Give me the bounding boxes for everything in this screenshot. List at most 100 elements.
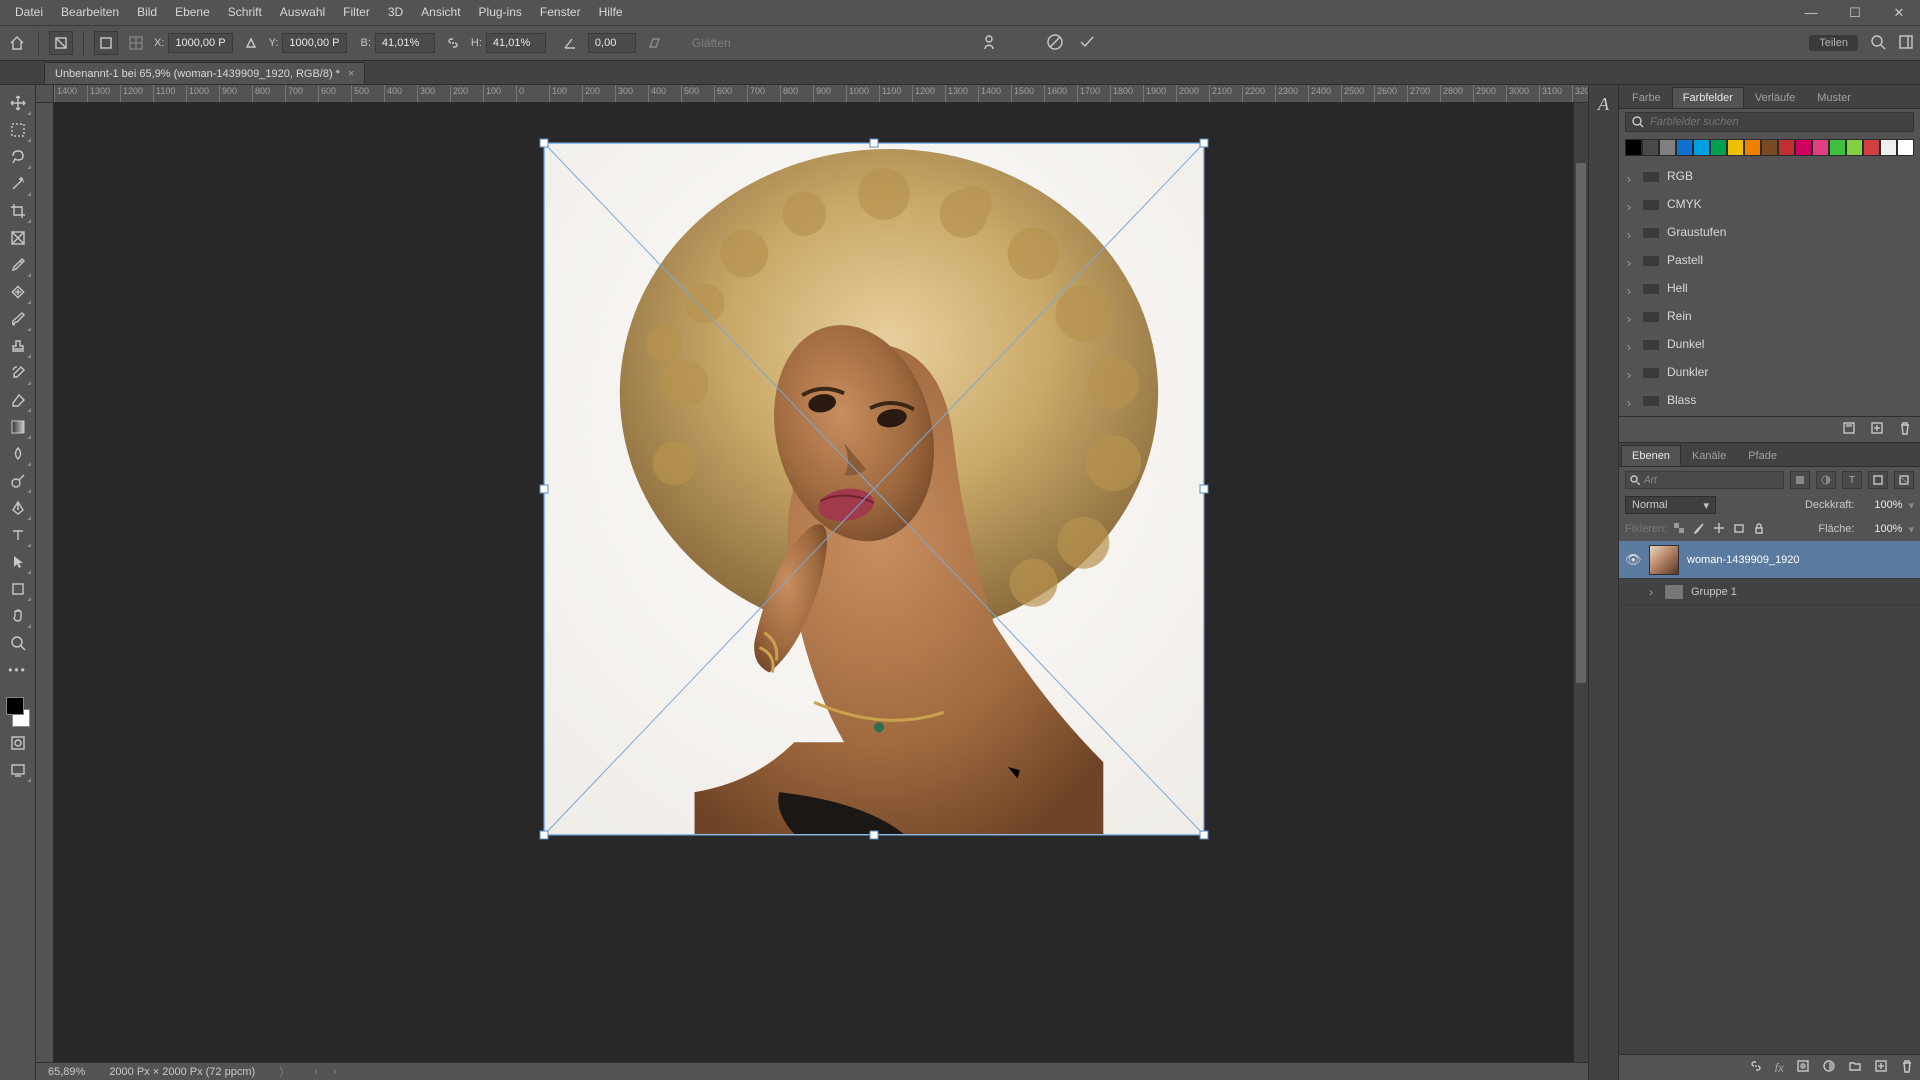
swatch-group[interactable]: ›CMYK — [1619, 190, 1920, 218]
stamp-tool[interactable] — [4, 332, 32, 359]
new-layer-icon[interactable] — [1874, 1059, 1888, 1076]
menu-bearbeiten[interactable]: Bearbeiten — [52, 0, 128, 25]
chevron-right-icon[interactable]: › — [1627, 228, 1635, 236]
menu-fenster[interactable]: Fenster — [531, 0, 590, 25]
document-tab[interactable]: Unbenannt-1 bei 65,9% (woman-1439909_192… — [44, 62, 365, 84]
delete-layer-icon[interactable] — [1900, 1059, 1914, 1076]
swatch-color[interactable] — [1778, 139, 1795, 156]
swatch-group[interactable]: ›Dunkler — [1619, 358, 1920, 386]
reference-grid-icon[interactable] — [124, 31, 148, 55]
swatch-group[interactable]: ›Blass — [1619, 386, 1920, 414]
gradient-tool[interactable] — [4, 413, 32, 440]
tab-muster[interactable]: Muster — [1806, 87, 1862, 108]
swatch-color[interactable] — [1676, 139, 1693, 156]
filter-type-icon[interactable]: T — [1842, 471, 1862, 489]
frame-tool[interactable] — [4, 224, 32, 251]
swatch-color[interactable] — [1659, 139, 1676, 156]
layer-name[interactable]: Gruppe 1 — [1691, 586, 1737, 598]
menu-ansicht[interactable]: Ansicht — [412, 0, 469, 25]
menu-bild[interactable]: Bild — [128, 0, 166, 25]
link-layers-icon[interactable] — [1749, 1059, 1763, 1076]
delta-icon[interactable] — [239, 31, 263, 55]
quickmask-icon[interactable] — [4, 729, 32, 756]
blur-tool[interactable] — [4, 440, 32, 467]
ruler-origin[interactable] — [36, 85, 54, 103]
fg-bg-colors[interactable] — [4, 695, 32, 729]
tab-verlaufe[interactable]: Verläufe — [1744, 87, 1806, 108]
swatch-color[interactable] — [1693, 139, 1710, 156]
chevron-right-icon[interactable]: › — [1627, 256, 1635, 264]
tab-farbe[interactable]: Farbe — [1621, 87, 1672, 108]
angle-value-input[interactable]: 0,00 — [588, 33, 636, 53]
screenmode-icon[interactable] — [4, 756, 32, 783]
status-zoom[interactable]: 65,89% — [48, 1066, 85, 1078]
filter-pixel-icon[interactable] — [1790, 471, 1810, 489]
tab-farbfelder[interactable]: Farbfelder — [1672, 87, 1744, 108]
status-nav-arrows[interactable]: ‹ › — [314, 1066, 342, 1078]
workspace-icon[interactable] — [1898, 34, 1914, 53]
swatch-group[interactable]: ›RGB — [1619, 162, 1920, 190]
swatch-color[interactable] — [1880, 139, 1897, 156]
chevron-right-icon[interactable]: › — [1627, 340, 1635, 348]
cancel-transform-icon[interactable] — [1046, 33, 1064, 54]
lock-all-icon[interactable] — [1753, 522, 1765, 537]
vertical-scrollbar[interactable] — [1574, 103, 1588, 1062]
hand-tool[interactable] — [4, 602, 32, 629]
window-close-icon[interactable]: ✕ — [1892, 6, 1906, 20]
swatch-color[interactable] — [1812, 139, 1829, 156]
layer-filter-kind[interactable]: Art — [1625, 471, 1784, 489]
opacity-value[interactable]: 100% — [1860, 499, 1902, 511]
path-select-tool[interactable] — [4, 548, 32, 575]
layer-fx-icon[interactable]: fx — [1775, 1061, 1784, 1075]
marquee-tool[interactable] — [4, 116, 32, 143]
pen-tool[interactable] — [4, 494, 32, 521]
menu-filter[interactable]: Filter — [334, 0, 379, 25]
skew-icon[interactable] — [642, 31, 666, 55]
layer-row[interactable]: 👁 woman-1439909_1920 — [1619, 541, 1920, 579]
close-tab-icon[interactable]: × — [348, 68, 354, 80]
filter-shape-icon[interactable] — [1868, 471, 1888, 489]
layer-row[interactable]: › Gruppe 1 — [1619, 579, 1920, 605]
swatch-group[interactable]: ›Pastell — [1619, 246, 1920, 274]
canvas-area[interactable]: 1400130012001100100090080070060050040030… — [36, 85, 1588, 1080]
puppet-warp-icon[interactable] — [980, 33, 998, 54]
move-tool[interactable] — [4, 89, 32, 116]
tab-pfade[interactable]: Pfade — [1737, 445, 1788, 466]
link-wh-icon[interactable] — [441, 31, 465, 55]
x-value-input[interactable]: 1000,00 P — [168, 33, 232, 53]
swatch-search-input[interactable] — [1625, 112, 1914, 132]
chevron-right-icon[interactable]: › — [1627, 284, 1635, 292]
swatch-color[interactable] — [1846, 139, 1863, 156]
chevron-right-icon[interactable]: › — [1627, 172, 1635, 180]
swatch-color[interactable] — [1625, 139, 1642, 156]
lock-pixels-icon[interactable] — [1693, 522, 1705, 537]
menu-ebene[interactable]: Ebene — [166, 0, 219, 25]
filter-adjust-icon[interactable] — [1816, 471, 1836, 489]
ruler-horizontal[interactable]: 1400130012001100100090080070060050040030… — [54, 85, 1588, 103]
chevron-right-icon[interactable]: › — [1649, 585, 1657, 599]
swatch-color[interactable] — [1795, 139, 1812, 156]
menu-datei[interactable]: Datei — [6, 0, 52, 25]
search-icon[interactable] — [1870, 34, 1886, 53]
layer-thumbnail[interactable] — [1649, 545, 1679, 575]
swatch-trash-icon[interactable] — [1898, 421, 1912, 438]
status-docinfo[interactable]: 2000 Px × 2000 Px (72 ppcm) — [109, 1066, 255, 1078]
zoom-tool[interactable] — [4, 629, 32, 656]
menu-auswahl[interactable]: Auswahl — [271, 0, 334, 25]
adjust-layer-icon[interactable] — [1822, 1059, 1836, 1076]
w-value-input[interactable]: 41,01% — [375, 33, 435, 53]
placed-image[interactable] — [544, 143, 1204, 835]
brush-tool[interactable] — [4, 305, 32, 332]
angle-icon[interactable] — [558, 31, 582, 55]
swatch-color[interactable] — [1829, 139, 1846, 156]
chevron-right-icon[interactable]: › — [1627, 368, 1635, 376]
chevron-right-icon[interactable]: › — [1627, 396, 1635, 404]
share-button[interactable]: Teilen — [1809, 35, 1858, 51]
eyedropper-tool[interactable] — [4, 251, 32, 278]
lock-nested-icon[interactable] — [1733, 522, 1745, 537]
history-brush-tool[interactable] — [4, 359, 32, 386]
lock-position-icon[interactable] — [1713, 522, 1725, 537]
swatch-new-icon[interactable] — [1870, 421, 1884, 438]
layer-visibility-icon[interactable]: 👁 — [1625, 552, 1641, 568]
menu-plugins[interactable]: Plug-ins — [470, 0, 531, 25]
